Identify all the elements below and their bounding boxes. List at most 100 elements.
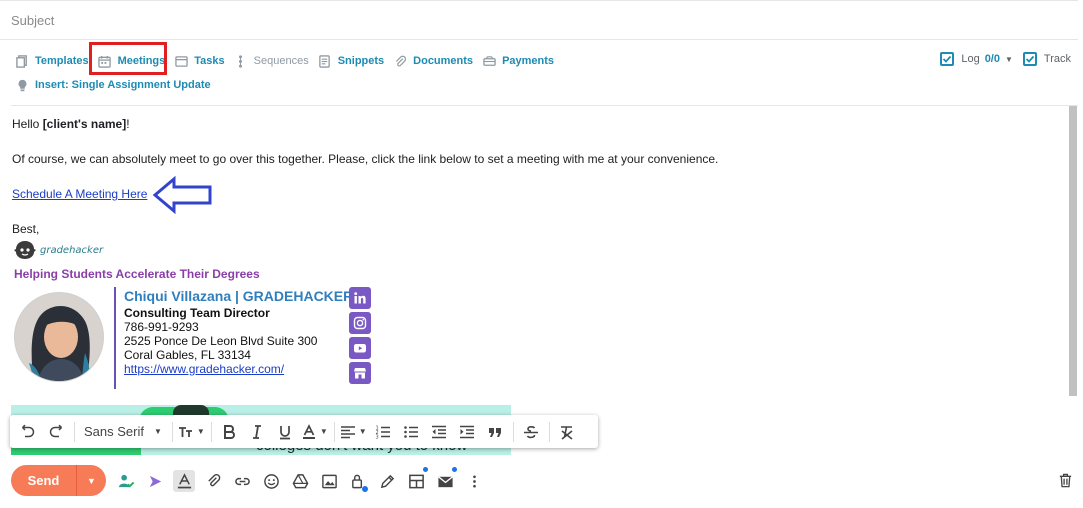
notification-dot [452, 467, 457, 472]
toolbar-separator [210, 421, 212, 442]
track-checkbox[interactable] [1022, 52, 1037, 66]
toolbar-separator [512, 421, 514, 442]
signature-website-link[interactable]: https://www.gradehacker.com/ [124, 362, 353, 376]
instagram-icon[interactable] [349, 312, 371, 334]
signature-block: Chiqui Villazana | GRADEHACKER Consultin… [124, 288, 353, 376]
subject-row [0, 0, 1078, 40]
youtube-icon[interactable] [349, 337, 371, 359]
insert-drive-button[interactable] [289, 470, 311, 492]
notification-dot [423, 467, 428, 472]
templates-button[interactable]: Templates [15, 54, 89, 68]
body-scrollbar[interactable] [1069, 106, 1077, 396]
attach-files-button[interactable] [202, 470, 224, 492]
indent-more-icon [459, 425, 474, 438]
store-icon[interactable] [349, 362, 371, 384]
layouts-button[interactable] [405, 467, 428, 492]
meetings-button[interactable]: Meetings [98, 54, 166, 68]
profile-photo [15, 293, 103, 381]
text-format-icon [177, 472, 191, 488]
insert-template-label: Insert: Single Assignment Update [35, 79, 211, 91]
undo-button[interactable] [16, 420, 40, 444]
track-label: Track [1043, 53, 1071, 65]
snippets-button[interactable]: Snippets [318, 54, 384, 68]
greeting-placeholder: [client's name] [42, 117, 127, 131]
log-count[interactable]: 0/0 [985, 53, 1000, 65]
gradehacker-logo-icon [14, 241, 36, 259]
insert-link-button[interactable] [231, 470, 253, 492]
insert-emoji-button[interactable] [260, 470, 282, 492]
tracking-mail-button[interactable] [434, 467, 457, 492]
payments-button[interactable]: Payments [482, 54, 554, 68]
trash-icon [1059, 473, 1071, 487]
numbered-list-icon: 123 [375, 425, 390, 440]
link-icon [234, 477, 250, 485]
formatting-options-button[interactable] [173, 470, 195, 492]
more-vertical-icon [472, 474, 476, 488]
confidential-mode-button[interactable] [347, 470, 369, 492]
indent-less-button[interactable] [427, 420, 451, 444]
svg-text:3: 3 [375, 434, 378, 440]
lightbulb-icon [15, 78, 29, 92]
snippets-label: Snippets [337, 55, 385, 67]
photo-icon [321, 474, 337, 488]
underline-button[interactable] [273, 420, 297, 444]
sequences-button[interactable]: Sequences [234, 54, 309, 68]
font-size-icon [178, 426, 192, 437]
insert-signature-button[interactable] [376, 470, 398, 492]
signature-divider [114, 287, 116, 389]
layout-icon [408, 474, 424, 488]
font-family-select[interactable]: Sans Serif ▼ [80, 420, 166, 444]
redo-button[interactable] [44, 420, 68, 444]
strikethrough-icon [523, 425, 538, 438]
more-options-button[interactable] [463, 470, 485, 492]
numbered-list-button[interactable]: 123 [371, 420, 395, 444]
toolbar-divider [11, 105, 1078, 106]
toolbar-separator [171, 421, 173, 442]
toolbar-separator [548, 421, 550, 442]
bulleted-list-button[interactable] [399, 420, 423, 444]
schedule-meeting-link[interactable]: Schedule A Meeting Here [12, 187, 147, 201]
tasks-button[interactable]: Tasks [174, 54, 225, 68]
toolbar-separator [333, 421, 335, 442]
chevron-down-icon[interactable]: ▼ [1005, 55, 1013, 64]
chevron-down-icon: ▼ [196, 427, 205, 436]
payments-icon [482, 54, 496, 68]
clear-formatting-button[interactable] [555, 420, 579, 444]
send-options-chevron-icon[interactable]: ▼ [77, 476, 106, 486]
greeting-line: Hello [client's name]! [12, 117, 130, 131]
subject-input[interactable] [11, 13, 611, 28]
quote-button[interactable] [483, 420, 507, 444]
drive-icon [292, 473, 308, 488]
extension-arrow-icon [149, 475, 161, 487]
bold-button[interactable] [217, 420, 241, 444]
templates-label: Templates [35, 55, 89, 67]
crm-toolbar: Templates Meetings Tasks Sequences Snipp… [15, 52, 563, 70]
align-left-icon [340, 425, 355, 438]
discard-draft-button[interactable] [1055, 470, 1075, 490]
linkedin-icon[interactable] [349, 287, 371, 309]
indent-more-button[interactable] [455, 420, 479, 444]
text-color-icon [302, 423, 315, 439]
italic-button[interactable] [245, 420, 269, 444]
font-size-button[interactable]: ▼ [178, 420, 205, 444]
insert-template-button[interactable]: Insert: Single Assignment Update [15, 78, 211, 92]
insert-photo-button[interactable] [318, 470, 340, 492]
meetings-label: Meetings [117, 55, 166, 67]
signoff: Best, [12, 222, 40, 236]
annotation-arrow-icon [152, 176, 212, 214]
send-button[interactable]: Send ▼ [11, 465, 106, 496]
toolbar-separator [74, 421, 75, 442]
text-color-button[interactable]: ▼ [301, 420, 328, 444]
signature-address-1: 2525 Ponce De Leon Blvd Suite 300 [124, 334, 318, 348]
strikethrough-button[interactable] [519, 420, 543, 444]
extension-button[interactable] [144, 470, 166, 492]
signature-tagline: Helping Students Accelerate Their Degree… [14, 267, 260, 281]
documents-button[interactable]: Documents [393, 54, 473, 68]
log-track-controls: Log 0/0 ▼ Track [940, 52, 1071, 66]
log-checkbox[interactable] [940, 52, 955, 66]
align-button[interactable]: ▼ [340, 420, 367, 444]
bulleted-list-icon [403, 425, 418, 438]
assign-contact-button[interactable] [115, 470, 137, 492]
clear-formatting-icon [560, 425, 573, 440]
tasks-icon [174, 54, 188, 68]
